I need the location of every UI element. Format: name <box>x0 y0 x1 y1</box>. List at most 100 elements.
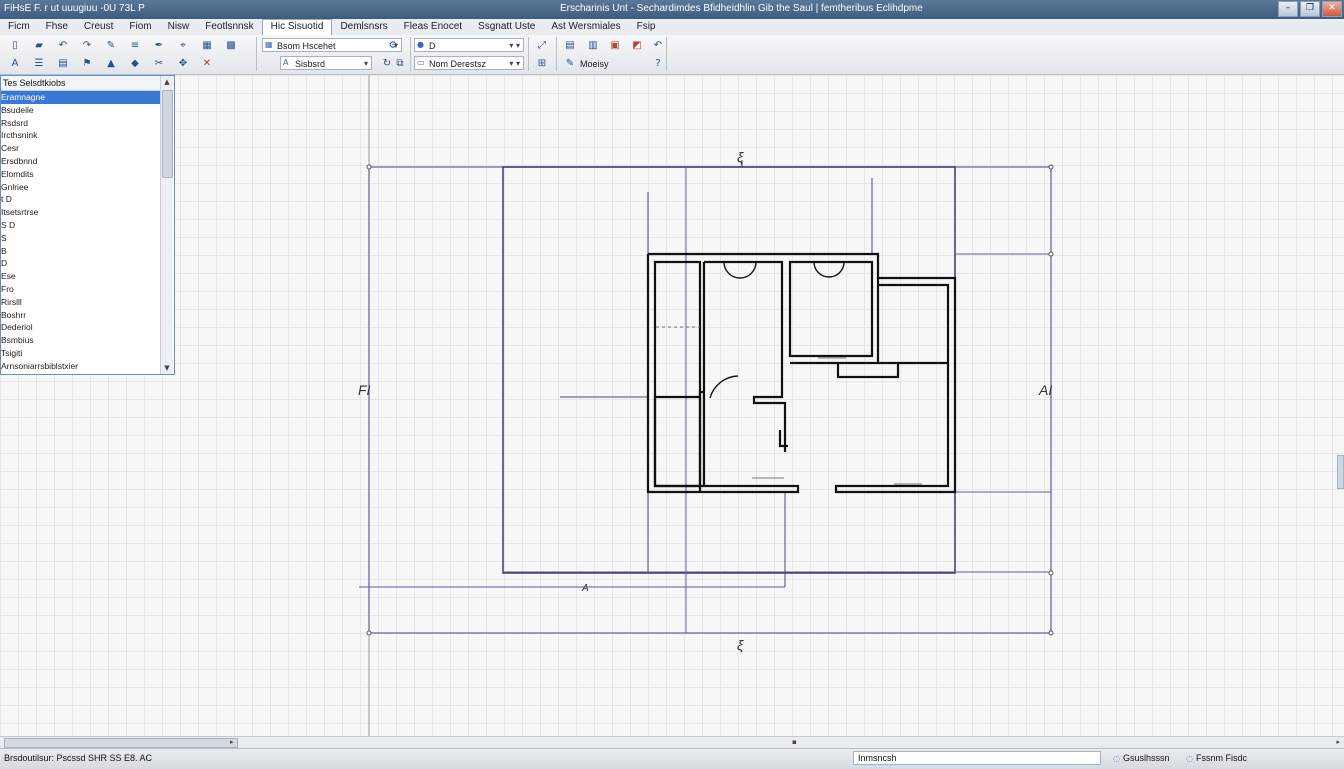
redo-icon[interactable]: ↷ <box>80 39 94 52</box>
grid-icon[interactable]: ▩ <box>224 39 238 52</box>
properties-icon[interactable]: ⚙ <box>386 39 400 52</box>
match-icon[interactable]: ↻ <box>380 57 394 70</box>
list-item[interactable]: Arnsoniarrsbiblstxier <box>1 360 161 373</box>
command-field[interactable]: Inmsncsh <box>853 751 1101 765</box>
scroll-up-icon[interactable]: ▲ <box>161 76 173 88</box>
document-title: Erscharinis Unt - Sechardimdes Bfidheidh… <box>560 3 923 14</box>
list-item[interactable]: t D <box>1 193 161 206</box>
list-item[interactable]: B <box>1 245 161 258</box>
flag-icon[interactable]: ⚑ <box>80 57 94 70</box>
lines-icon[interactable]: ☰ <box>32 57 46 70</box>
list-item[interactable]: Cesr <box>1 142 161 155</box>
horizontal-scrollbar[interactable]: ▸ ▪ ▸ <box>0 736 1344 748</box>
menu-item[interactable]: Ssgnatt Uste <box>470 19 543 35</box>
layers-icon[interactable]: ▦ <box>200 39 214 52</box>
menu-item[interactable]: Feotlsnnsk <box>197 19 261 35</box>
minimize-button[interactable]: – <box>1278 1 1298 17</box>
list-scrollbar[interactable]: ▲ ▼ <box>160 76 173 374</box>
chevron-down-icon: ▾ ▾ <box>509 41 520 50</box>
list-item[interactable]: D <box>1 257 161 270</box>
scroll-center-icon: ▪ <box>792 738 797 746</box>
select-icon[interactable]: ⌖ <box>176 39 190 52</box>
list-item[interactable]: Gnlriee <box>1 181 161 194</box>
modify-label[interactable]: Moeisy <box>580 59 609 69</box>
list-item[interactable]: Eramnagne <box>1 91 161 104</box>
render-icon[interactable]: ◩ <box>630 39 644 52</box>
pencil-icon[interactable]: ✎ <box>104 39 118 52</box>
list-item[interactable]: Rsdsrd <box>1 117 161 130</box>
modify-icon[interactable]: ✎ <box>563 57 577 70</box>
list-item[interactable]: Bsmbius <box>1 334 161 347</box>
close-button[interactable]: ✕ <box>1322 1 1342 17</box>
menu-item[interactable]: Creust <box>76 19 121 35</box>
pen-icon[interactable]: ✒ <box>152 39 166 52</box>
list-icon[interactable]: ▤ <box>56 57 70 70</box>
status-bar: Brsdoutilsur: Pscssd SHR SS E8. AC Inmsn… <box>0 748 1344 769</box>
list-item[interactable]: S <box>1 232 161 245</box>
toolbar-separator <box>666 37 667 71</box>
color-combo[interactable]: ● D ▾ ▾ <box>414 38 524 52</box>
status-item-format[interactable]: ◌ Fssnm Fisdc <box>1186 753 1247 763</box>
list-item[interactable]: Ersdbnnd <box>1 155 161 168</box>
list-item[interactable]: Boshrr <box>1 309 161 322</box>
horizontal-scroll-thumb[interactable] <box>4 738 238 748</box>
zoom-icon[interactable]: ⤢ <box>535 39 549 52</box>
list-item[interactable]: Fro <box>1 283 161 296</box>
shape-icon[interactable]: ◆ <box>128 57 142 70</box>
plot-icon[interactable]: ▥ <box>586 39 600 52</box>
cut-icon[interactable]: ✂ <box>152 57 166 70</box>
status-item-snap[interactable]: ◌ Gsuslhsssn <box>1113 753 1170 763</box>
list-item[interactable]: Dederiol <box>1 321 161 334</box>
paint-icon[interactable]: ▲ <box>104 57 118 70</box>
pan-icon[interactable]: ⊞ <box>535 57 549 70</box>
font-icon: ▭ <box>417 58 425 67</box>
scroll-down-icon[interactable]: ▼ <box>161 362 173 374</box>
menu-item[interactable]: Hic Sisuotid <box>261 19 333 35</box>
building-walls <box>646 252 957 494</box>
font-combo[interactable]: ▭ Nom Derestsz ▾ ▾ <box>414 56 524 70</box>
status-item-snap-label: Gsuslhsssn <box>1122 753 1170 763</box>
layer-combo[interactable]: ▦ Bsom Hscehet ▾ <box>262 38 402 52</box>
menu-item[interactable]: Fhse <box>38 19 76 35</box>
undo-icon[interactable]: ↶ <box>56 39 70 52</box>
scissors-icon[interactable]: ✕ <box>200 57 214 70</box>
text-style-icon: A <box>283 58 289 67</box>
status-text: Brsdoutilsur: Pscssd SHR SS E8. AC <box>4 753 153 763</box>
font-combo-value: Nom Derestsz <box>429 59 487 69</box>
list-item[interactable]: Rirslll <box>1 296 161 309</box>
align-icon[interactable]: ≡ <box>128 39 142 52</box>
vertical-scroll-grip[interactable] <box>1337 455 1344 489</box>
undo-history-icon[interactable]: ↶ <box>651 39 665 52</box>
view-icon[interactable]: ▤ <box>563 39 577 52</box>
move-icon[interactable]: ✥ <box>176 57 190 70</box>
toolbar-tools-group: ▯ ▰ ↶ ↷ ✎ ≡ ✒ ⌖ ▦ ▩ A ☰ ▤ ⚑ ▲ ◆ ✂ ✥ ✕ <box>4 37 252 72</box>
restore-button[interactable]: ❐ <box>1300 1 1320 17</box>
menu-item[interactable]: Fsip <box>629 19 664 35</box>
scroll-end-icon[interactable]: ▸ <box>1336 737 1340 747</box>
scroll-right-icon[interactable]: ▸ <box>230 737 234 747</box>
list-item[interactable]: Tsigiti <box>1 347 161 360</box>
menu-item[interactable]: Ast Wersmiales <box>543 19 628 35</box>
list-item[interactable]: Bsudeile <box>1 104 161 117</box>
menu-item[interactable]: Demlsnsrs <box>332 19 395 35</box>
copy-icon[interactable]: ⧉ <box>393 57 407 70</box>
text-icon[interactable]: A <box>8 57 22 70</box>
help-icon[interactable]: ? <box>651 57 665 70</box>
drawing-canvas[interactable]: FI AI ξ ξ A <box>0 75 1344 736</box>
menu-item[interactable]: Ficm <box>0 19 38 35</box>
list-item[interactable]: Itsetsrtrse <box>1 206 161 219</box>
menu-item[interactable]: Fiom <box>121 19 159 35</box>
list-item[interactable]: Ircthsnink <box>1 129 161 142</box>
image-icon[interactable]: ▣ <box>608 39 622 52</box>
text-style-combo[interactable]: A Sisbsrd ▾ <box>280 56 372 70</box>
dimension-label-mid: A <box>581 583 589 594</box>
dimension-label-top: ξ <box>737 149 744 165</box>
list-item[interactable]: S D <box>1 219 161 232</box>
document-icon[interactable]: ▯ <box>8 39 22 52</box>
list-scroll-thumb[interactable] <box>162 90 173 178</box>
open-icon[interactable]: ▰ <box>32 39 46 52</box>
menu-item[interactable]: Fleas Enocet <box>396 19 470 35</box>
list-item[interactable]: Ese <box>1 270 161 283</box>
menu-item[interactable]: Nisw <box>160 19 198 35</box>
list-item[interactable]: Elomdits <box>1 168 161 181</box>
